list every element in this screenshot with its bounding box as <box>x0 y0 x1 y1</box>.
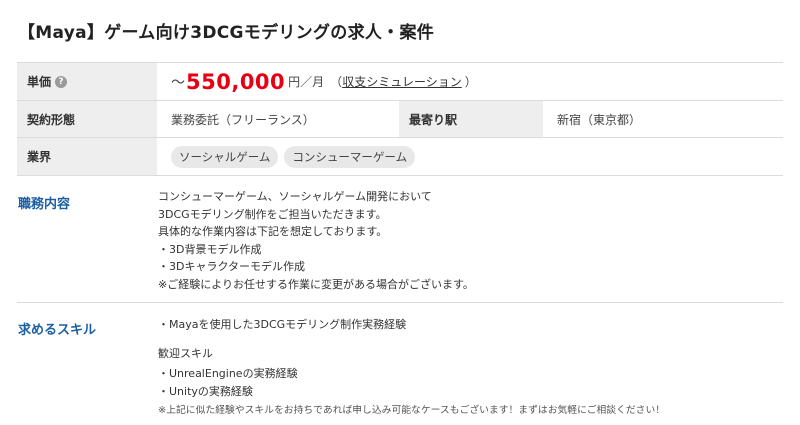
help-icon[interactable]: ? <box>55 75 68 88</box>
skills-note: ※上記に似た経験やスキルをお持ちであれば申し込み可能なケースもございます！まずは… <box>158 405 666 416</box>
duties-line: ※ご経験によりお任せする作業に変更がある場合がございます。 <box>158 277 474 291</box>
contract-label: 契約形態 <box>17 101 157 137</box>
rate-row: 単価 ? ～ 550,000 円／月 （ 収支シミュレーション ） <box>17 63 783 101</box>
station-value: 新宿（東京都） <box>557 112 642 127</box>
rate-cell: ～ 550,000 円／月 （ 収支シミュレーション ） <box>157 63 783 100</box>
station-label: 最寄り駅 <box>399 101 543 137</box>
rate-paren-close: ） <box>464 75 477 89</box>
duties-line: ・3Dキャラクターモデル作成 <box>158 260 306 273</box>
income-simulation-link[interactable]: 収支シミュレーション <box>342 73 462 90</box>
industry-row: 業界 ソーシャルゲーム コンシューマーゲーム <box>17 138 783 176</box>
contract-row: 契約形態 業務委託（フリーランス） 最寄り駅 新宿（東京都） <box>17 101 783 138</box>
industry-tag-social-game[interactable]: ソーシャルゲーム <box>171 145 279 168</box>
contract-value: 業務委託（フリーランス） <box>171 112 315 127</box>
duties-label: 職務内容 <box>18 197 71 212</box>
industry-tag-console-game[interactable]: コンシューマーゲーム <box>284 145 416 168</box>
skills-body: ・Mayaを使用した3DCGモデリング制作実務経験 歓迎スキル ・UnrealE… <box>158 316 665 420</box>
duties-line: 3DCGモデリング制作をご担当いただきます。 <box>158 207 387 221</box>
required-skill: ・Mayaを使用した3DCGモデリング制作実務経験 <box>158 318 407 331</box>
skills-label: 求めるスキル <box>18 323 97 338</box>
rate-label: 単価 <box>27 75 52 89</box>
duties-body: コンシューマーゲーム、ソーシャルゲーム開発において 3DCGモデリング制作をご担… <box>158 188 474 293</box>
rate-prefix: ～ <box>171 74 185 91</box>
welcome-skill: ・Unityの実務経験 <box>158 384 253 398</box>
section-divider <box>17 302 783 303</box>
duties-line: コンシューマーゲーム、ソーシャルゲーム開発において <box>158 190 432 203</box>
welcome-skills-heading: 歓迎スキル <box>158 346 213 360</box>
industry-label: 業界 <box>17 138 157 175</box>
industry-tags: ソーシャルゲーム コンシューマーゲーム <box>157 138 783 175</box>
duties-line: 具体的な作業内容は下記を想定しております。 <box>158 225 388 238</box>
duties-line: ・3D背景モデル作成 <box>158 242 262 256</box>
job-info-table: 単価 ? ～ 550,000 円／月 （ 収支シミュレーション ） 契約形態 業… <box>17 62 783 176</box>
rate-header: 単価 ? <box>17 63 157 100</box>
rate-paren-open: （ <box>330 75 343 89</box>
welcome-skill: ・UnrealEngineの実務経験 <box>158 367 298 380</box>
page-title: 【Maya】ゲーム向け3DCGモデリングの求人・案件 <box>18 23 435 43</box>
rate-unit: 円／月 <box>288 75 325 89</box>
rate-value: 550,000 <box>186 69 286 94</box>
